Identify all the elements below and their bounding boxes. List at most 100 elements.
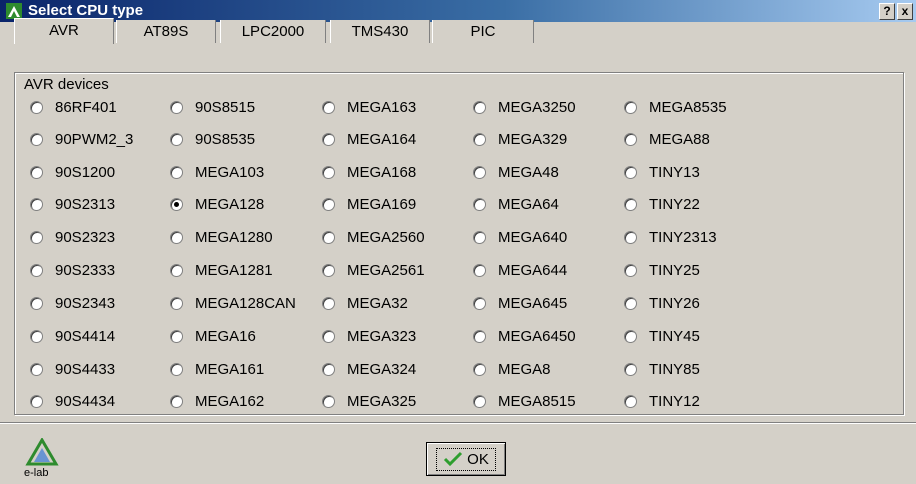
radio-button[interactable] bbox=[30, 165, 43, 179]
radio-button[interactable] bbox=[624, 230, 637, 244]
radio-button[interactable] bbox=[30, 394, 43, 408]
radio-button[interactable] bbox=[322, 296, 335, 310]
radio-option-90s2323[interactable]: 90S2323 bbox=[30, 227, 115, 247]
radio-option-mega645[interactable]: MEGA645 bbox=[473, 293, 567, 313]
radio-option-mega325[interactable]: MEGA325 bbox=[322, 391, 416, 411]
radio-option-tiny45[interactable]: TINY45 bbox=[624, 326, 700, 346]
radio-option-tiny13[interactable]: TINY13 bbox=[624, 162, 700, 182]
radio-option-mega128can[interactable]: MEGA128CAN bbox=[170, 293, 296, 313]
tab-tms430[interactable]: TMS430 bbox=[330, 20, 430, 43]
radio-button[interactable] bbox=[624, 197, 637, 211]
radio-button[interactable] bbox=[170, 296, 183, 310]
tab-pic[interactable]: PIC bbox=[432, 20, 534, 43]
radio-button[interactable] bbox=[473, 197, 486, 211]
radio-option-mega3250[interactable]: MEGA3250 bbox=[473, 97, 576, 117]
radio-option-90s4434[interactable]: 90S4434 bbox=[30, 391, 115, 411]
radio-option-90s2343[interactable]: 90S2343 bbox=[30, 293, 115, 313]
radio-option-90s8535[interactable]: 90S8535 bbox=[170, 129, 255, 149]
radio-option-86rf401[interactable]: 86RF401 bbox=[30, 97, 117, 117]
radio-button[interactable] bbox=[473, 296, 486, 310]
radio-button[interactable] bbox=[624, 165, 637, 179]
radio-option-mega8515[interactable]: MEGA8515 bbox=[473, 391, 576, 411]
radio-option-mega161[interactable]: MEGA161 bbox=[170, 359, 264, 379]
radio-button[interactable] bbox=[30, 362, 43, 376]
radio-button[interactable] bbox=[473, 100, 486, 114]
radio-option-tiny2313[interactable]: TINY2313 bbox=[624, 227, 717, 247]
radio-button[interactable] bbox=[322, 100, 335, 114]
radio-button[interactable] bbox=[624, 362, 637, 376]
radio-option-mega128[interactable]: MEGA128 bbox=[170, 194, 264, 214]
radio-option-mega48[interactable]: MEGA48 bbox=[473, 162, 559, 182]
radio-button[interactable] bbox=[624, 329, 637, 343]
radio-button[interactable] bbox=[30, 132, 43, 146]
radio-option-90s2313[interactable]: 90S2313 bbox=[30, 194, 115, 214]
radio-button[interactable] bbox=[322, 362, 335, 376]
radio-option-mega88[interactable]: MEGA88 bbox=[624, 129, 710, 149]
radio-button[interactable] bbox=[170, 197, 183, 211]
radio-button[interactable] bbox=[473, 230, 486, 244]
radio-button[interactable] bbox=[170, 394, 183, 408]
radio-button[interactable] bbox=[30, 100, 43, 114]
radio-button[interactable] bbox=[473, 132, 486, 146]
radio-button[interactable] bbox=[473, 362, 486, 376]
radio-button[interactable] bbox=[624, 296, 637, 310]
ok-button[interactable]: OK bbox=[426, 442, 506, 476]
radio-button[interactable] bbox=[170, 132, 183, 146]
radio-option-90s4433[interactable]: 90S4433 bbox=[30, 359, 115, 379]
radio-option-mega640[interactable]: MEGA640 bbox=[473, 227, 567, 247]
radio-button[interactable] bbox=[30, 263, 43, 277]
radio-button[interactable] bbox=[624, 263, 637, 277]
radio-option-mega164[interactable]: MEGA164 bbox=[322, 129, 416, 149]
radio-button[interactable] bbox=[170, 329, 183, 343]
radio-button[interactable] bbox=[322, 329, 335, 343]
radio-button[interactable] bbox=[473, 165, 486, 179]
radio-option-mega324[interactable]: MEGA324 bbox=[322, 359, 416, 379]
radio-option-mega163[interactable]: MEGA163 bbox=[322, 97, 416, 117]
radio-option-mega2560[interactable]: MEGA2560 bbox=[322, 227, 425, 247]
radio-option-mega329[interactable]: MEGA329 bbox=[473, 129, 567, 149]
radio-option-90s2333[interactable]: 90S2333 bbox=[30, 260, 115, 280]
radio-option-mega1280[interactable]: MEGA1280 bbox=[170, 227, 273, 247]
tab-lpc2000[interactable]: LPC2000 bbox=[220, 20, 326, 43]
radio-button[interactable] bbox=[473, 263, 486, 277]
radio-option-mega6450[interactable]: MEGA6450 bbox=[473, 326, 576, 346]
radio-option-90s4414[interactable]: 90S4414 bbox=[30, 326, 115, 346]
radio-option-mega168[interactable]: MEGA168 bbox=[322, 162, 416, 182]
radio-button[interactable] bbox=[170, 230, 183, 244]
radio-button[interactable] bbox=[30, 197, 43, 211]
radio-option-mega8535[interactable]: MEGA8535 bbox=[624, 97, 727, 117]
radio-option-mega103[interactable]: MEGA103 bbox=[170, 162, 264, 182]
radio-button[interactable] bbox=[30, 230, 43, 244]
radio-button[interactable] bbox=[170, 100, 183, 114]
radio-button[interactable] bbox=[170, 263, 183, 277]
radio-button[interactable] bbox=[322, 394, 335, 408]
radio-option-tiny85[interactable]: TINY85 bbox=[624, 359, 700, 379]
radio-option-tiny26[interactable]: TINY26 bbox=[624, 293, 700, 313]
radio-button[interactable] bbox=[322, 197, 335, 211]
radio-option-tiny12[interactable]: TINY12 bbox=[624, 391, 700, 411]
radio-button[interactable] bbox=[624, 100, 637, 114]
radio-option-90s1200[interactable]: 90S1200 bbox=[30, 162, 115, 182]
radio-button[interactable] bbox=[170, 165, 183, 179]
radio-option-tiny25[interactable]: TINY25 bbox=[624, 260, 700, 280]
help-button[interactable]: ? bbox=[879, 3, 895, 20]
radio-button[interactable] bbox=[30, 296, 43, 310]
radio-option-mega162[interactable]: MEGA162 bbox=[170, 391, 264, 411]
radio-button[interactable] bbox=[473, 329, 486, 343]
radio-button[interactable] bbox=[322, 165, 335, 179]
radio-button[interactable] bbox=[30, 329, 43, 343]
radio-button[interactable] bbox=[624, 132, 637, 146]
radio-button[interactable] bbox=[170, 362, 183, 376]
radio-button[interactable] bbox=[322, 263, 335, 277]
radio-button[interactable] bbox=[322, 230, 335, 244]
radio-button[interactable] bbox=[322, 132, 335, 146]
radio-option-mega2561[interactable]: MEGA2561 bbox=[322, 260, 425, 280]
radio-option-mega32[interactable]: MEGA32 bbox=[322, 293, 408, 313]
radio-option-90s8515[interactable]: 90S8515 bbox=[170, 97, 255, 117]
radio-option-mega64[interactable]: MEGA64 bbox=[473, 194, 559, 214]
radio-option-mega8[interactable]: MEGA8 bbox=[473, 359, 551, 379]
radio-option-tiny22[interactable]: TINY22 bbox=[624, 194, 700, 214]
tab-at89s[interactable]: AT89S bbox=[116, 20, 216, 43]
close-button[interactable]: x bbox=[897, 3, 913, 20]
radio-option-90pwm2_3[interactable]: 90PWM2_3 bbox=[30, 129, 133, 149]
